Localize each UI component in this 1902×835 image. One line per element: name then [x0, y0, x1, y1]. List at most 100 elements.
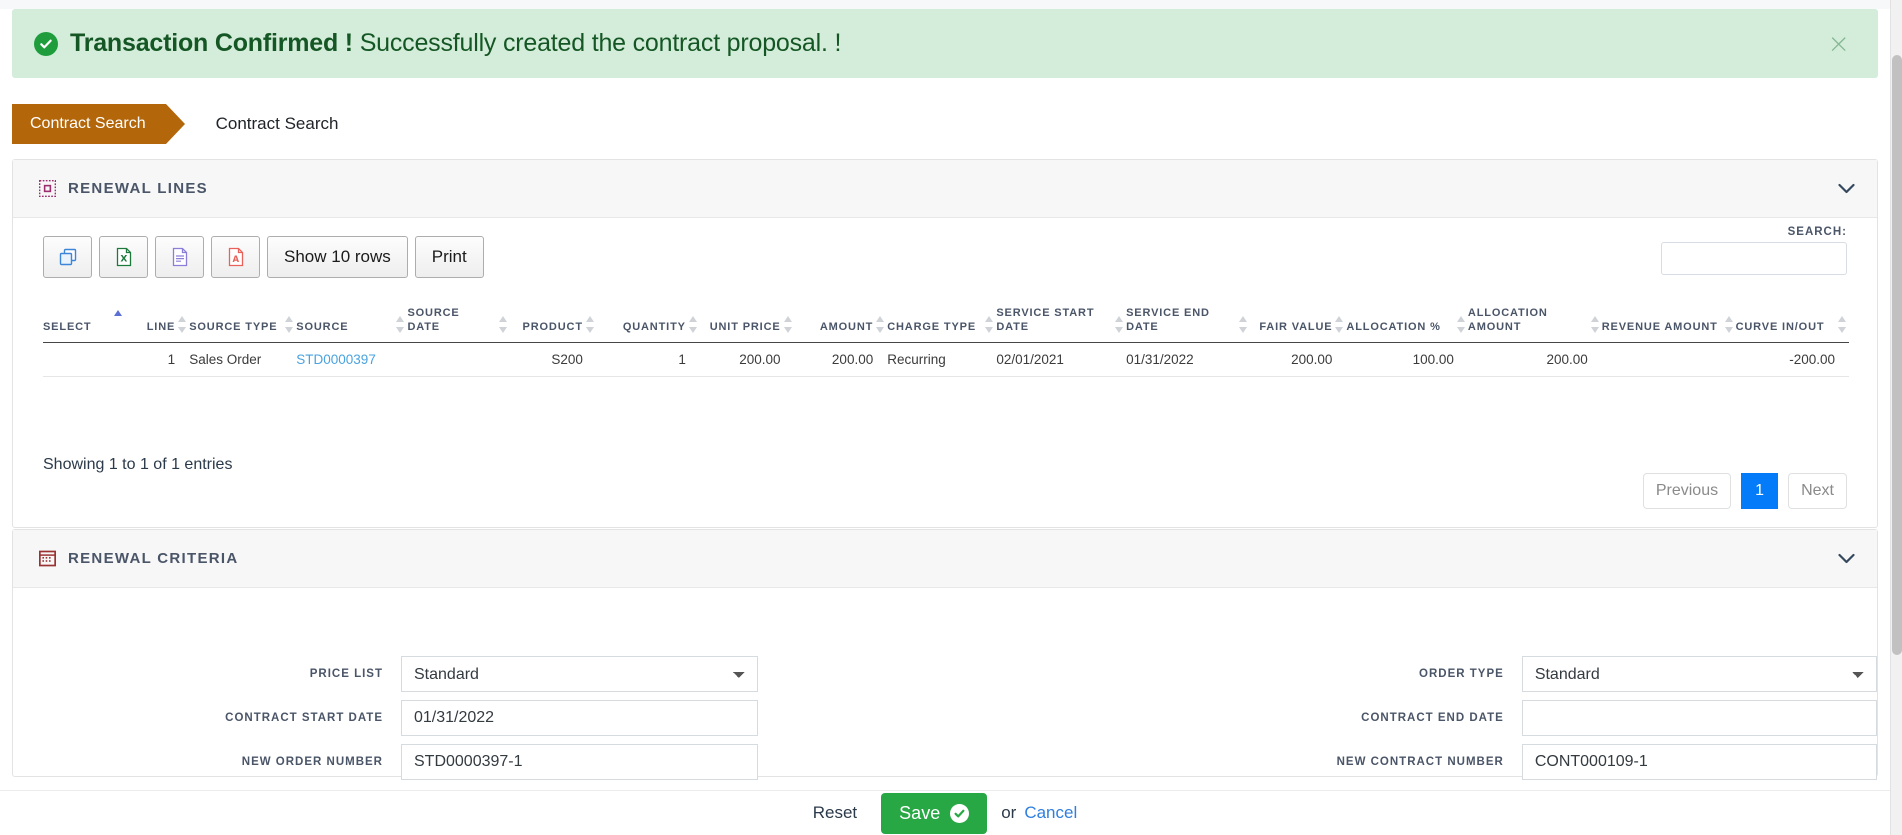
source-link[interactable]: STD0000397 [296, 352, 376, 367]
svg-text:A: A [232, 255, 239, 265]
show-rows-button[interactable]: Show 10 rows [267, 236, 408, 278]
cell-service-start-date: 02/01/2021 [996, 342, 1127, 377]
contract-end-date-label: CONTRACT END DATE [1361, 712, 1504, 724]
col-unit-price[interactable]: UNIT PRICE [699, 296, 795, 343]
check-circle-icon [950, 803, 970, 823]
new-contract-number-input[interactable] [1521, 744, 1877, 780]
col-label: ALLOCATION AMOUNT [1467, 307, 1548, 333]
contract-start-date-label: CONTRACT START DATE [225, 712, 383, 724]
col-label: FAIR VALUE [1259, 320, 1333, 333]
col-source[interactable]: SOURCE [296, 296, 408, 343]
cell-select[interactable] [43, 342, 126, 377]
close-icon[interactable]: × [1827, 30, 1850, 57]
calendar-grid-icon [39, 550, 56, 567]
pagination: Previous 1 Next [1642, 473, 1847, 509]
scrollbar-thumb[interactable] [1892, 55, 1902, 655]
field-price-list: PRICE LIST Standard [13, 656, 945, 692]
renewal-lines-header: RENEWAL LINES [13, 160, 1877, 218]
chevron-down-icon[interactable] [1838, 550, 1855, 567]
criteria-right-column: ORDER TYPE Standard CONTRACT END DATE NE… [945, 656, 1877, 788]
contract-end-date-input[interactable] [1521, 700, 1877, 736]
sort-icon[interactable] [1724, 315, 1734, 333]
alert-strong: Transaction Confirmed ! [70, 29, 353, 57]
col-service-end-date[interactable]: SERVICE END DATE [1126, 296, 1250, 343]
print-button[interactable]: Print [414, 236, 484, 278]
sort-asc-icon[interactable] [114, 309, 123, 327]
cell-product: S200 [510, 342, 597, 377]
save-button[interactable]: Save [881, 792, 988, 834]
copy-button[interactable] [43, 236, 92, 278]
excel-export-button[interactable]: X [99, 236, 148, 278]
col-label: ALLOCATION % [1346, 320, 1441, 333]
cancel-link[interactable]: Cancel [1024, 803, 1077, 823]
price-list-select[interactable]: Standard [401, 656, 758, 692]
sort-icon[interactable] [585, 315, 595, 333]
pagination-page-1[interactable]: 1 [1741, 473, 1779, 509]
col-curve-in-out[interactable]: CURVE IN/OUT [1735, 296, 1849, 343]
col-quantity[interactable]: QUANTITY [596, 296, 700, 343]
breadcrumb-item-contract-search[interactable]: Contract Search [12, 104, 185, 144]
form-action-bar: Reset Save or Cancel [0, 790, 1890, 835]
pagination-previous[interactable]: Previous [1642, 473, 1732, 509]
col-amount[interactable]: AMOUNT [794, 296, 888, 343]
sort-icon[interactable] [1590, 315, 1600, 333]
sort-icon[interactable] [1456, 315, 1466, 333]
cell-source-date [407, 342, 511, 377]
cell-quantity: 1 [596, 342, 700, 377]
cell-source-type: Sales Order [189, 342, 297, 377]
pagination-next[interactable]: Next [1788, 473, 1847, 509]
col-label: SELECT [43, 320, 92, 333]
sort-icon[interactable] [1238, 315, 1248, 333]
order-type-select[interactable]: Standard [1521, 656, 1877, 692]
sort-icon[interactable] [688, 315, 698, 333]
sort-icon[interactable] [1115, 315, 1124, 333]
col-allocation-pct[interactable]: ALLOCATION % [1346, 296, 1468, 343]
col-allocation-amount[interactable]: ALLOCATION AMOUNT [1467, 296, 1602, 343]
table-body: 1 Sales Order STD0000397 S200 1 200.00 2… [43, 342, 1849, 377]
criteria-form: PRICE LIST Standard CONTRACT START DATE … [13, 656, 1877, 788]
sort-icon[interactable] [499, 315, 508, 333]
cell-allocation-amount: 200.00 [1467, 342, 1602, 377]
table-row[interactable]: 1 Sales Order STD0000397 S200 1 200.00 2… [43, 342, 1849, 377]
col-line[interactable]: LINE [125, 296, 190, 343]
search-input[interactable] [1661, 242, 1847, 275]
renewal-lines-panel: RENEWAL LINES X A Show 10 rows Print SEA… [12, 159, 1878, 528]
sort-icon[interactable] [783, 315, 793, 333]
chevron-down-icon[interactable] [1838, 180, 1855, 197]
pdf-export-button[interactable]: A [211, 236, 260, 278]
col-source-type[interactable]: SOURCE TYPE [189, 296, 297, 343]
col-label: SOURCE DATE [407, 307, 460, 333]
field-order-type: ORDER TYPE Standard [945, 656, 1877, 692]
grid-square-icon [39, 180, 56, 197]
cell-amount: 200.00 [794, 342, 888, 377]
table-info: Showing 1 to 1 of 1 entries [43, 456, 233, 473]
col-label: UNIT PRICE [709, 320, 781, 333]
col-service-start-date[interactable]: SERVICE START DATE [996, 296, 1127, 343]
page-root: Transaction Confirmed ! Successfully cre… [0, 0, 1902, 835]
col-label: CURVE IN/OUT [1735, 320, 1825, 333]
sort-icon[interactable] [876, 315, 885, 333]
vertical-scrollbar[interactable] [1890, 0, 1902, 835]
col-product[interactable]: PRODUCT [510, 296, 597, 343]
sort-icon[interactable] [985, 315, 994, 333]
sort-icon[interactable] [1335, 315, 1344, 333]
renewal-criteria-header: RENEWAL CRITERIA [13, 530, 1877, 588]
renewal-lines-title: RENEWAL LINES [68, 180, 208, 197]
sort-icon[interactable] [1838, 315, 1847, 333]
cell-allocation-pct: 100.00 [1346, 342, 1468, 377]
sort-icon[interactable] [396, 315, 405, 333]
svg-text:X: X [120, 254, 127, 264]
col-label: QUANTITY [622, 320, 686, 333]
reset-button[interactable]: Reset [813, 803, 857, 823]
col-source-date[interactable]: SOURCE DATE [407, 296, 511, 343]
contract-start-date-input[interactable] [401, 700, 758, 736]
new-order-number-input[interactable] [401, 744, 758, 780]
sort-icon[interactable] [178, 315, 187, 333]
col-charge-type[interactable]: CHARGE TYPE [887, 296, 997, 343]
col-label: PRODUCT [522, 320, 583, 333]
col-select[interactable]: SELECT [43, 296, 126, 343]
col-fair-value[interactable]: FAIR VALUE [1249, 296, 1347, 343]
sort-icon[interactable] [285, 315, 294, 333]
col-revenue-amount[interactable]: REVENUE AMOUNT [1601, 296, 1736, 343]
csv-export-button[interactable] [155, 236, 204, 278]
